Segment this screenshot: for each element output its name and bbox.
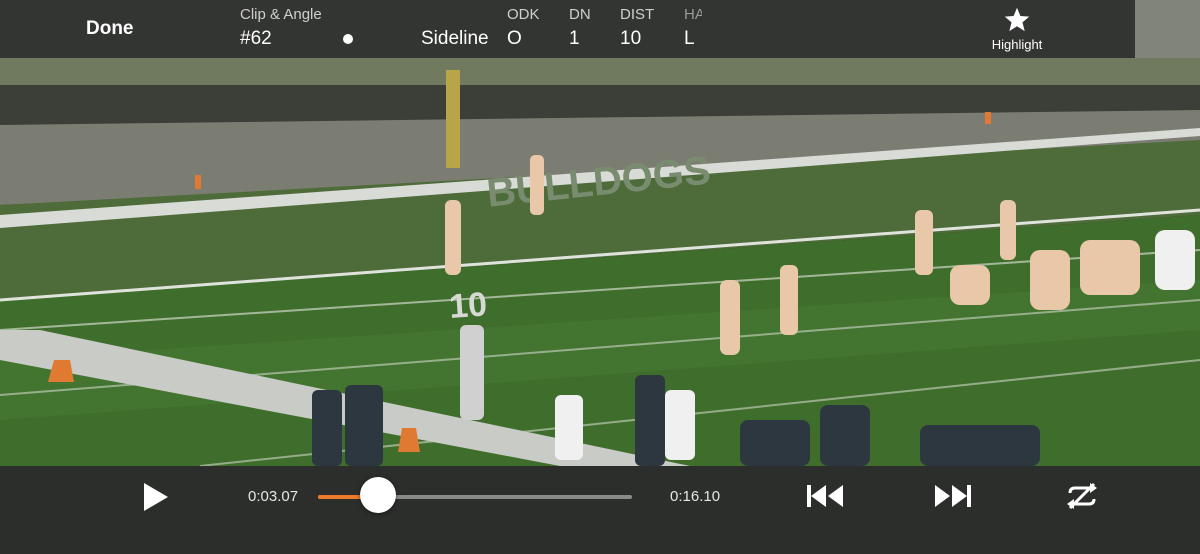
angle-value[interactable]: Sideline [421, 28, 489, 50]
skip-forward-icon [935, 485, 971, 507]
dist-label: DIST [620, 6, 655, 23]
highlight-button[interactable]: Highlight [985, 6, 1049, 52]
dist-value[interactable]: 10 [620, 28, 641, 50]
skip-back-icon [807, 485, 843, 507]
odk-label: ODK [507, 6, 540, 23]
loop-off-icon [1067, 482, 1097, 510]
play-icon [144, 483, 168, 511]
loop-toggle-button[interactable] [1062, 481, 1102, 516]
yard-number: 10 [448, 285, 488, 326]
separator-dot [343, 34, 353, 44]
playback-bar [0, 466, 1200, 554]
clip-number[interactable]: #62 [240, 28, 272, 50]
play-button[interactable] [142, 482, 170, 517]
current-time: 0:03.07 [248, 488, 299, 505]
highlight-label: Highlight [991, 37, 1043, 52]
total-time: 0:16.10 [670, 488, 721, 505]
skip-back-button[interactable] [806, 483, 846, 514]
topbar-edge [1135, 0, 1200, 58]
hash-label: HA [684, 6, 702, 23]
top-toolbar: Done Clip & Angle #62 Sideline ODK O DN … [0, 0, 1135, 58]
hash-value[interactable]: L [684, 28, 695, 50]
clip-angle-label: Clip & Angle [240, 6, 322, 23]
skip-forward-button[interactable] [932, 483, 972, 514]
odk-value[interactable]: O [507, 28, 522, 50]
star-icon [1004, 7, 1030, 32]
dn-value[interactable]: 1 [569, 28, 580, 50]
dn-label: DN [569, 6, 591, 23]
scrubber-thumb[interactable] [359, 477, 396, 513]
done-button[interactable]: Done [86, 18, 134, 40]
